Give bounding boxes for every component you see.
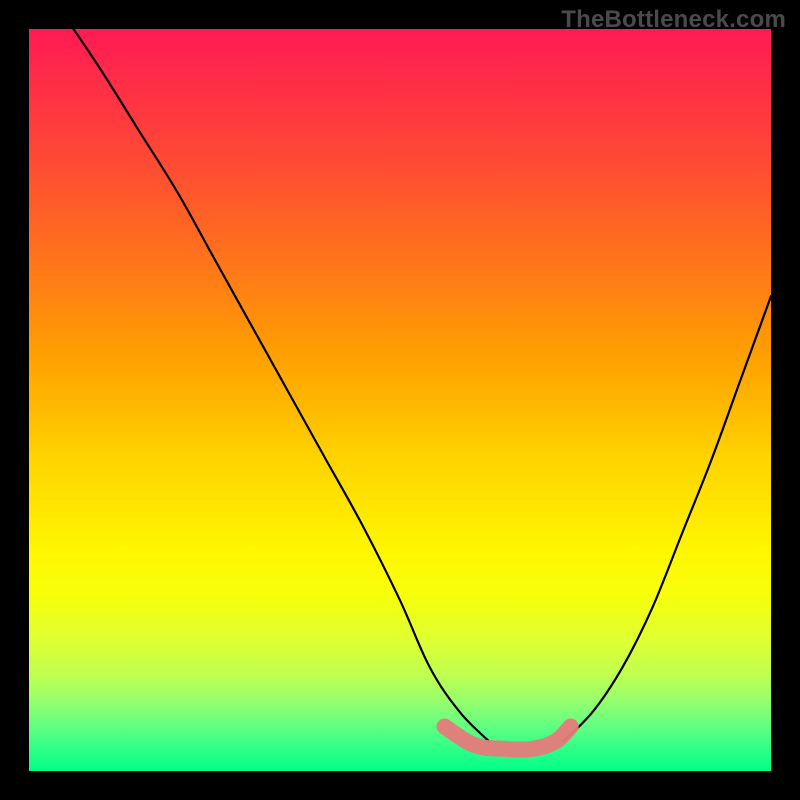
trough-highlight: [445, 727, 571, 750]
chart-frame: TheBottleneck.com: [0, 0, 800, 800]
watermark-text: TheBottleneck.com: [561, 6, 786, 34]
left-curve: [74, 29, 490, 741]
plot-area: [29, 29, 771, 771]
right-curve: [563, 296, 771, 741]
curves-svg: [29, 29, 771, 771]
